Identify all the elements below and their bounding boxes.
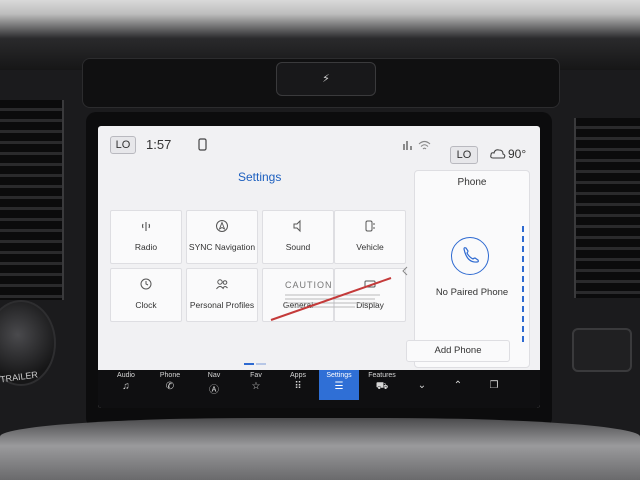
outside-temperature: 90° bbox=[508, 147, 527, 161]
tile-label: Display bbox=[356, 300, 384, 310]
status-bar: LO 1:57 LO 90° bbox=[98, 126, 540, 164]
right-air-vent bbox=[574, 118, 640, 298]
nav-features[interactable]: Features ⛟ bbox=[362, 370, 402, 400]
display-tile[interactable]: Display bbox=[334, 268, 406, 322]
driver-temp-badge[interactable]: LO bbox=[110, 136, 136, 154]
phone-icon: ✆ bbox=[165, 381, 175, 392]
tile-label: General bbox=[282, 300, 314, 310]
general-icon bbox=[291, 277, 305, 291]
infotainment-screen: LO 1:57 LO 90° Settings Radio SYNC Navig… bbox=[98, 126, 540, 408]
phone-call-button[interactable] bbox=[451, 237, 489, 275]
vehicle-tile[interactable]: Vehicle bbox=[334, 210, 406, 264]
nav-features-label: Features bbox=[368, 372, 396, 379]
wireless-charge-icon: ⚡︎ bbox=[322, 73, 330, 85]
collapse-panel-chevron-icon[interactable] bbox=[401, 266, 409, 276]
nav-settings[interactable]: Settings ☰ bbox=[319, 370, 359, 400]
nav-collapse-down[interactable]: ⌄ bbox=[402, 370, 442, 400]
add-phone-button[interactable]: Add Phone bbox=[406, 340, 510, 362]
nav-nav[interactable]: Nav Ⓐ bbox=[194, 370, 234, 400]
side-control-button[interactable] bbox=[572, 328, 632, 372]
clock-time: 1:57 bbox=[146, 137, 172, 152]
page-title: Settings bbox=[238, 170, 282, 184]
phone-status-text: No Paired Phone bbox=[435, 287, 509, 298]
tile-label: Clock bbox=[135, 300, 157, 310]
tile-label: Sound bbox=[285, 242, 311, 252]
nav-apps-label: Apps bbox=[290, 372, 306, 379]
nav-expand-up[interactable]: ⌃ bbox=[438, 370, 478, 400]
chevron-up-icon: ⌃ bbox=[453, 380, 463, 391]
car-icon: ⛟ bbox=[375, 381, 389, 392]
wifi-icon bbox=[418, 140, 431, 150]
sliders-icon: ☰ bbox=[334, 381, 344, 392]
connectivity-icon bbox=[403, 141, 412, 150]
phone-panel-title: Phone bbox=[457, 177, 487, 188]
radio-tile[interactable]: Radio bbox=[110, 210, 182, 264]
phone-icon bbox=[463, 247, 479, 263]
star-icon: ☆ bbox=[251, 381, 261, 392]
page-indicator bbox=[244, 352, 268, 365]
nav-audio-label: Audio bbox=[117, 372, 135, 379]
left-air-vent bbox=[0, 100, 64, 300]
phone-panel: Phone No Paired Phone bbox=[414, 170, 530, 368]
nav-phone[interactable]: Phone ✆ bbox=[150, 370, 190, 400]
nav-nav-label: Nav bbox=[207, 372, 221, 379]
nav-multitask[interactable]: ❐ bbox=[474, 370, 514, 400]
apps-grid-icon: ⠿ bbox=[294, 381, 302, 392]
page-dot bbox=[256, 363, 266, 365]
passenger-temp-badge[interactable]: LO bbox=[450, 146, 478, 164]
music-note-icon: ♫ bbox=[122, 381, 130, 392]
clock-tile[interactable]: Clock bbox=[110, 268, 182, 322]
nav-fav[interactable]: Fav ☆ bbox=[236, 370, 276, 400]
sound-tile[interactable]: Sound bbox=[262, 210, 334, 264]
weather-cloud-icon bbox=[490, 149, 506, 159]
nav-settings-label: Settings bbox=[326, 372, 352, 379]
phone-dock-button[interactable]: ⚡︎ bbox=[276, 62, 376, 96]
personal-profiles-tile[interactable]: Personal Profiles bbox=[186, 268, 258, 322]
vehicle-icon bbox=[365, 220, 375, 232]
display-icon bbox=[364, 280, 376, 288]
navigation-icon bbox=[216, 220, 228, 232]
page-dot-active bbox=[244, 363, 254, 365]
general-tile[interactable]: General bbox=[262, 268, 334, 322]
sync-navigation-tile[interactable]: SYNC Navigation bbox=[186, 210, 258, 264]
chevron-down-icon: ⌄ bbox=[417, 380, 427, 391]
tile-label: Radio bbox=[134, 242, 158, 252]
tile-label: SYNC Navigation bbox=[188, 242, 256, 252]
phone-panel-scrollbar[interactable] bbox=[522, 226, 524, 346]
phone-status-icon bbox=[198, 138, 207, 151]
nav-apps[interactable]: Apps ⠿ bbox=[278, 370, 318, 400]
tile-label: Vehicle bbox=[356, 242, 384, 252]
bottom-nav-bar: Audio ♫ Phone ✆ Nav Ⓐ Fav ☆ Apps ⠿ Setti… bbox=[98, 370, 540, 408]
tile-label: Personal Profiles bbox=[189, 300, 255, 310]
clock-icon bbox=[140, 278, 152, 290]
copy-icon: ❐ bbox=[489, 380, 499, 391]
nav-audio[interactable]: Audio ♫ bbox=[106, 370, 146, 400]
nav-phone-label: Phone bbox=[159, 372, 181, 379]
navigation-icon: Ⓐ bbox=[209, 385, 219, 396]
dashboard-bottom-trim bbox=[0, 418, 640, 480]
nav-fav-label: Fav bbox=[250, 372, 262, 379]
radio-icon bbox=[141, 222, 151, 231]
profiles-icon bbox=[216, 279, 228, 290]
speaker-icon bbox=[293, 219, 301, 233]
